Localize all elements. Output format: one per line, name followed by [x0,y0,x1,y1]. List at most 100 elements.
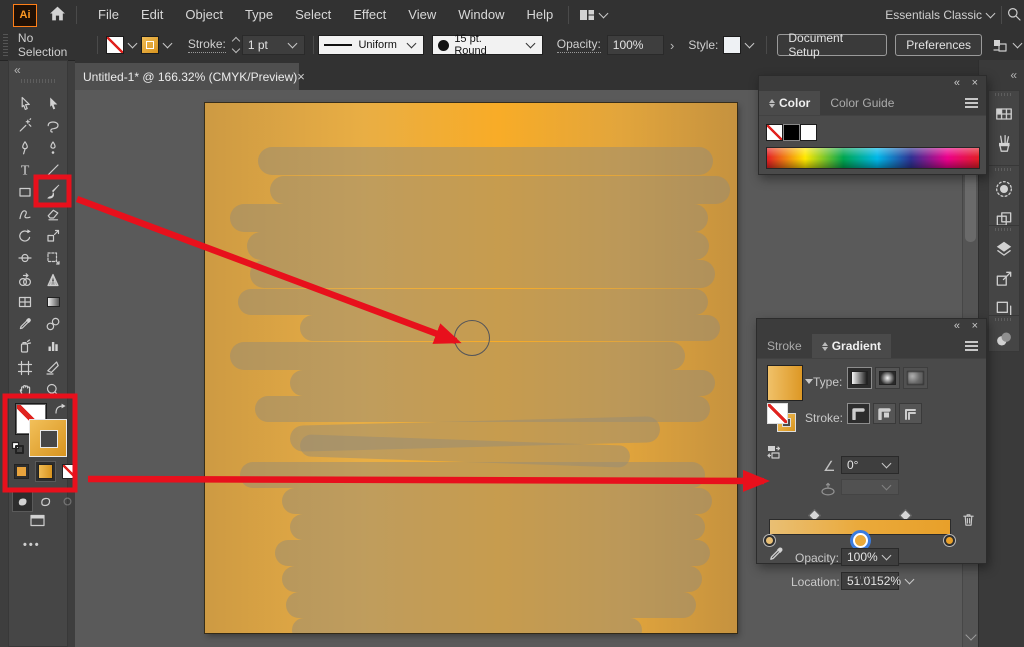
align-glyphs-icon[interactable] [992,38,1024,53]
type-tool[interactable]: T [11,159,39,181]
app-icon[interactable]: Ai [13,4,37,27]
gradient-slider[interactable] [769,511,949,541]
panel-gripper[interactable] [3,34,8,56]
tab-gradient[interactable]: Gradient [812,334,891,358]
stroke-along-button[interactable] [873,403,896,424]
collapse-panel-icon[interactable]: « [954,321,960,332]
gradient-tool[interactable] [39,291,67,313]
style-swatch-control[interactable] [723,36,756,54]
black-swatch[interactable] [783,124,800,141]
edit-toolbar-button[interactable]: ••• [23,539,41,551]
fill-proxy[interactable] [767,403,788,424]
panel-resize-gripper[interactable] [857,576,875,579]
rotate-tool[interactable] [11,225,39,247]
panel-gripper[interactable] [995,318,1013,321]
stroke-weight-stepper[interactable] [233,38,239,52]
zoom-tool[interactable] [39,379,67,401]
brushes-icon[interactable] [991,131,1017,156]
default-fill-stroke-icon[interactable] [11,441,25,458]
collapse-panel-icon[interactable]: « [954,78,960,89]
freeform-gradient-button[interactable] [903,367,928,389]
asset-export-icon[interactable] [991,266,1017,291]
draw-behind-button[interactable] [36,492,55,511]
libraries-icon[interactable] [991,326,1017,351]
expand-panels-icon[interactable]: « [1010,68,1017,82]
artboard-tool[interactable] [11,357,39,379]
gradient-preset-arrow[interactable] [805,379,813,384]
scroll-down-icon[interactable] [965,629,976,640]
rectangle-tool[interactable] [11,181,39,203]
stroke-weight-combo[interactable]: 1 pt [242,35,305,55]
tab-color-guide[interactable]: Color Guide [820,91,904,115]
gradient-stop[interactable] [944,535,955,546]
pen-tool[interactable] [11,137,39,159]
document-setup-button[interactable]: Document Setup [777,34,887,56]
white-swatch[interactable] [800,124,817,141]
eyedropper-tool[interactable] [11,313,39,335]
linear-gradient-button[interactable] [847,367,872,389]
preferences-button[interactable]: Preferences [895,34,982,56]
scale-tool[interactable] [39,225,67,247]
slice-tool[interactable] [39,357,67,379]
panel-gripper[interactable] [995,228,1013,231]
paintbrush-tool[interactable] [39,181,67,203]
fill-stroke-indicator-icon[interactable] [767,445,783,462]
layers-icon[interactable] [991,236,1017,261]
fill-color-control[interactable] [106,36,139,54]
menu-view[interactable]: View [397,0,447,30]
hand-tool[interactable] [11,379,39,401]
shape-builder-tool[interactable] [11,269,39,291]
menu-help[interactable]: Help [515,0,564,30]
tab-color[interactable]: Color [759,91,820,115]
close-panel-icon[interactable]: × [972,78,978,89]
mesh-tool[interactable] [11,291,39,313]
close-panel-icon[interactable]: × [972,321,978,332]
panel-menu-icon[interactable] [965,102,978,104]
direct-selection-tool[interactable] [39,93,67,115]
screen-mode-icon[interactable] [29,513,46,531]
document-tab[interactable]: Untitled-1* @ 166.32% (CMYK/Preview) × [75,63,299,90]
radial-gradient-button[interactable] [875,367,900,389]
curvature-tool[interactable] [39,137,67,159]
opacity-expand-arrow[interactable]: › [670,38,674,53]
menu-select[interactable]: Select [284,0,342,30]
free-transform-tool[interactable] [39,247,67,269]
perspective-grid-tool[interactable] [39,269,67,291]
line-segment-tool[interactable] [39,159,67,181]
stroke-color-proxy[interactable] [29,419,67,457]
stroke-panel-link[interactable]: Stroke: [188,37,226,53]
close-tab-icon[interactable]: × [297,69,305,84]
search-icon[interactable] [1006,6,1022,25]
color-spectrum-bar[interactable] [766,147,980,169]
stroke-within-button[interactable] [847,403,870,424]
angle-combo[interactable]: 0° [841,456,899,474]
brush-definition-combo[interactable]: 15 pt. Round [432,35,542,55]
menu-effect[interactable]: Effect [342,0,397,30]
appearance-icon[interactable] [991,176,1017,201]
stroke-across-button[interactable] [899,403,922,424]
lasso-tool[interactable] [39,115,67,137]
panel-gripper[interactable] [21,79,55,83]
column-graph-tool[interactable] [39,335,67,357]
eraser-tool[interactable] [39,203,67,225]
blend-tool[interactable] [39,313,67,335]
menu-object[interactable]: Object [174,0,234,30]
symbol-sprayer-tool[interactable] [11,335,39,357]
location-combo[interactable]: 51.0152% [841,572,899,590]
menu-type[interactable]: Type [234,0,284,30]
magic-wand-tool[interactable] [11,115,39,137]
collapse-panel-icon[interactable]: « [14,63,21,77]
width-tool[interactable] [11,247,39,269]
panel-gripper[interactable] [995,168,1013,171]
shaper-tool[interactable] [11,203,39,225]
stroke-color-control[interactable] [141,36,174,54]
artboard[interactable] [205,103,737,633]
opacity-combo[interactable]: 100% [607,35,664,55]
panel-menu-icon[interactable] [965,345,978,347]
color-mode-button[interactable] [12,462,31,481]
gradient-preview-swatch[interactable] [767,365,803,401]
gradient-opacity-combo[interactable]: 100% [841,548,899,566]
home-icon[interactable] [49,5,66,25]
gradient-stop-selected[interactable] [853,533,868,548]
swap-fill-stroke-icon[interactable] [53,402,68,420]
